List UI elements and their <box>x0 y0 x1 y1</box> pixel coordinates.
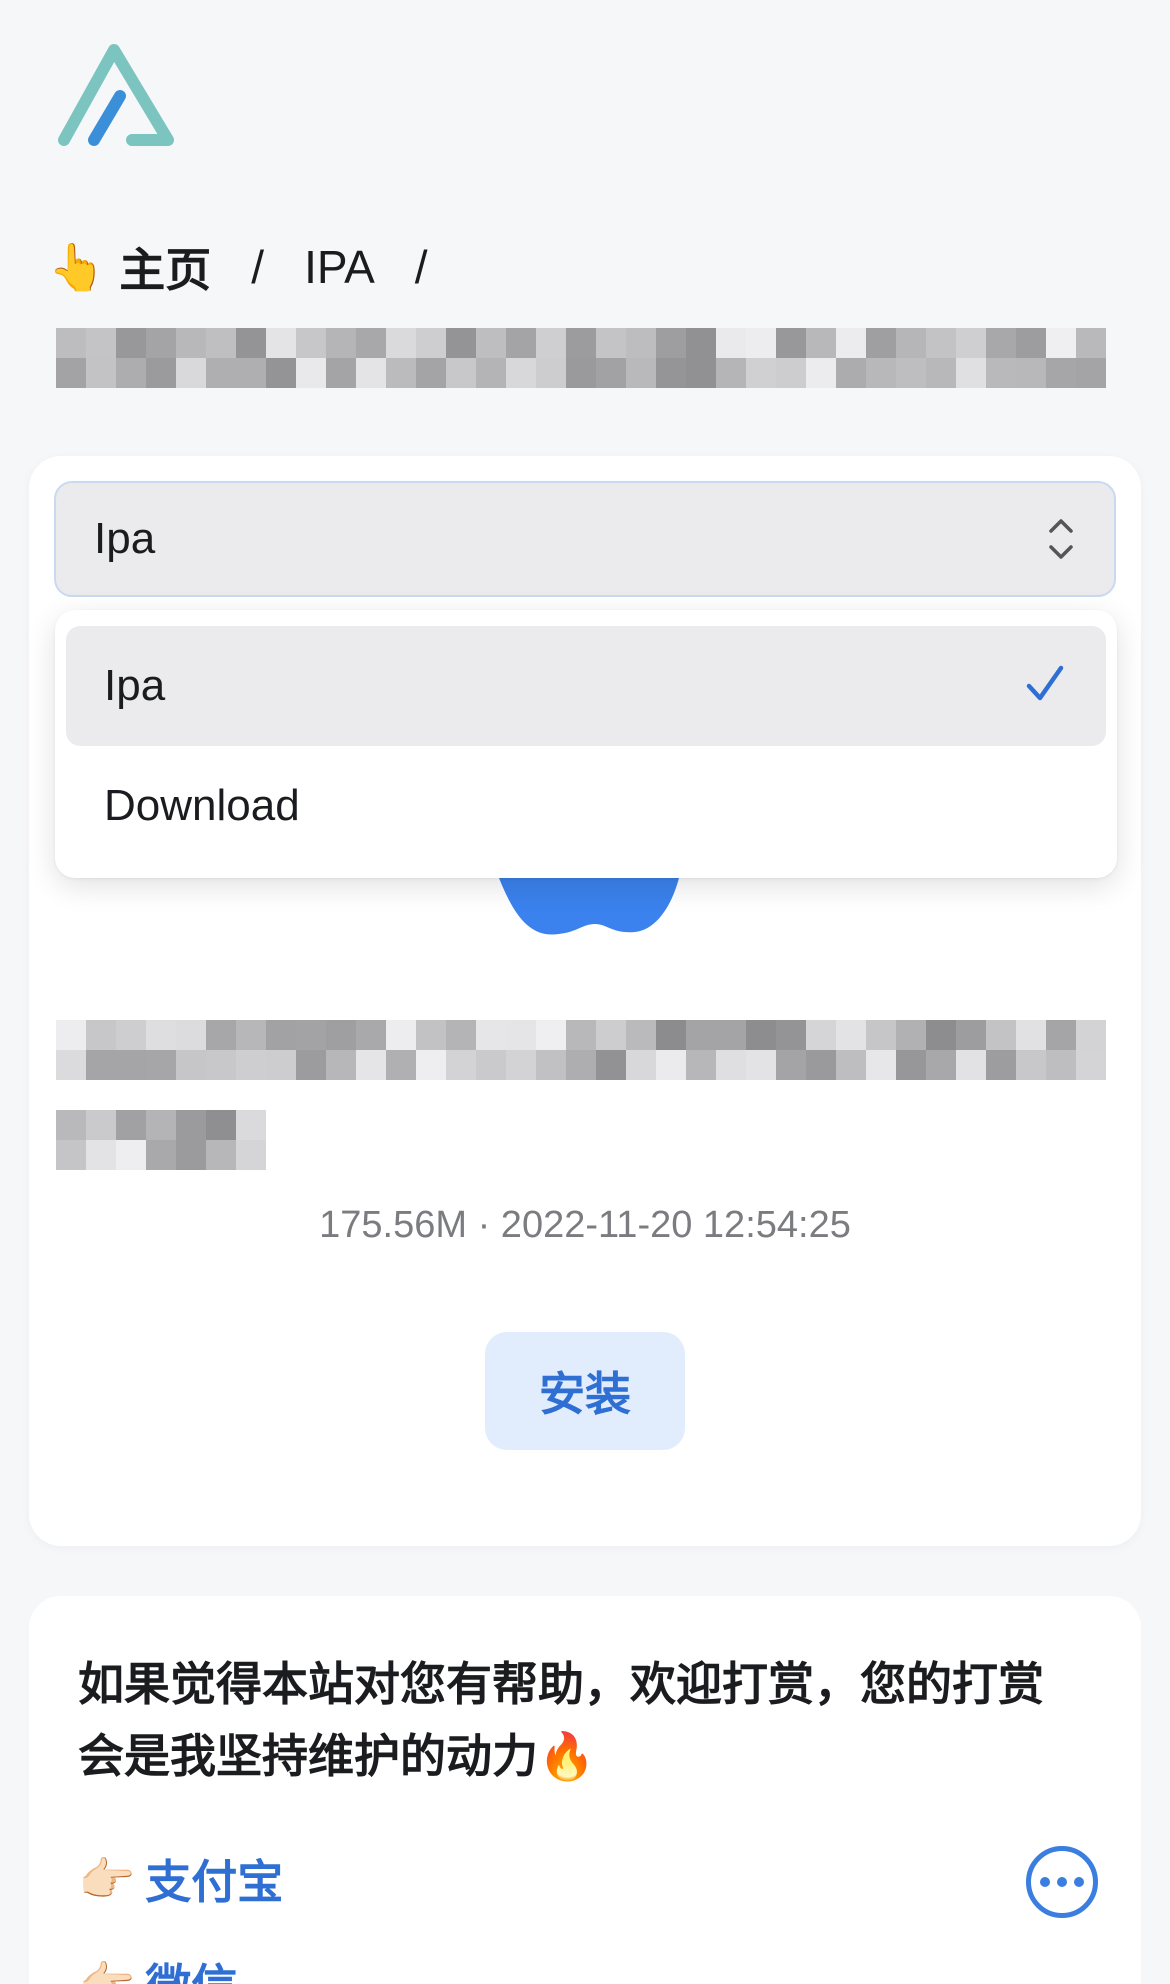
alipay-label: 支付宝 <box>145 1855 284 1909</box>
option-label: Download <box>104 781 300 830</box>
wechat-link[interactable]: 👉🏻 微信 <box>78 1950 237 1984</box>
select-dropdown: Ipa Download <box>55 610 1117 878</box>
source-select[interactable]: Ipa <box>54 481 1116 597</box>
breadcrumb-ipa[interactable]: IPA <box>304 240 375 294</box>
app-icon <box>499 878 679 935</box>
breadcrumb-separator: / <box>251 241 265 293</box>
pointing-hand-icon: 👉🏻 <box>78 1851 136 1906</box>
checkmark-icon <box>1026 665 1064 701</box>
install-button[interactable]: 安装 <box>485 1332 685 1450</box>
pointing-hand-icon: 👉🏻 <box>78 1955 136 1984</box>
option-download[interactable]: Download <box>66 746 1106 866</box>
app-logo[interactable] <box>56 36 182 148</box>
more-icon[interactable] <box>1026 1846 1098 1918</box>
option-ipa[interactable]: Ipa <box>66 626 1106 746</box>
app-meta: 175.56M · 2022-11-20 12:54:25 <box>319 1204 851 1246</box>
blurred-description <box>56 1020 1106 1080</box>
select-value: Ipa <box>94 514 156 563</box>
blurred-description-line2 <box>56 1110 266 1170</box>
wechat-label: 微信 <box>145 1950 237 1984</box>
breadcrumb-home[interactable]: 主页 <box>119 234 211 300</box>
alipay-link[interactable]: 👉🏻 支付宝 <box>78 1846 283 1912</box>
option-label: Ipa <box>104 661 166 710</box>
breadcrumb: 👆 主页 / IPA / <box>48 232 468 302</box>
breadcrumb-separator: / <box>414 241 428 293</box>
pointing-hand-icon: 👆 <box>48 240 106 293</box>
donate-message: 如果觉得本站对您有帮助，欢迎打赏，您的打赏会是我坚持维护的动力🔥 <box>78 1657 1044 1783</box>
chevron-up-down-icon <box>1049 519 1073 559</box>
blurred-title <box>56 328 1106 388</box>
